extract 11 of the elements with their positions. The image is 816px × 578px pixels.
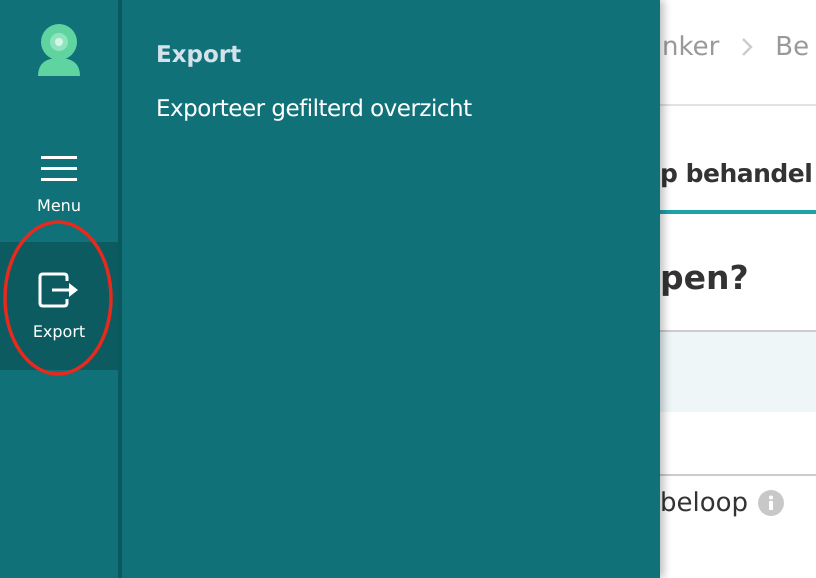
panel-title: Export: [156, 42, 242, 68]
avatar-logo-icon: [35, 24, 83, 76]
menu-icon: [41, 156, 77, 182]
sidebar-item[interactable]: Export: [0, 242, 118, 370]
row-label: beloop: [660, 488, 748, 518]
chevron-right-icon: [741, 37, 754, 57]
export-option[interactable]: Exporteer gefilterd overzicht: [156, 96, 626, 122]
info-icon[interactable]: [758, 490, 784, 516]
export-icon: [38, 272, 80, 308]
tab[interactable]: p behandel: [660, 158, 812, 188]
sidebar-item[interactable]: Menu: [0, 128, 118, 242]
